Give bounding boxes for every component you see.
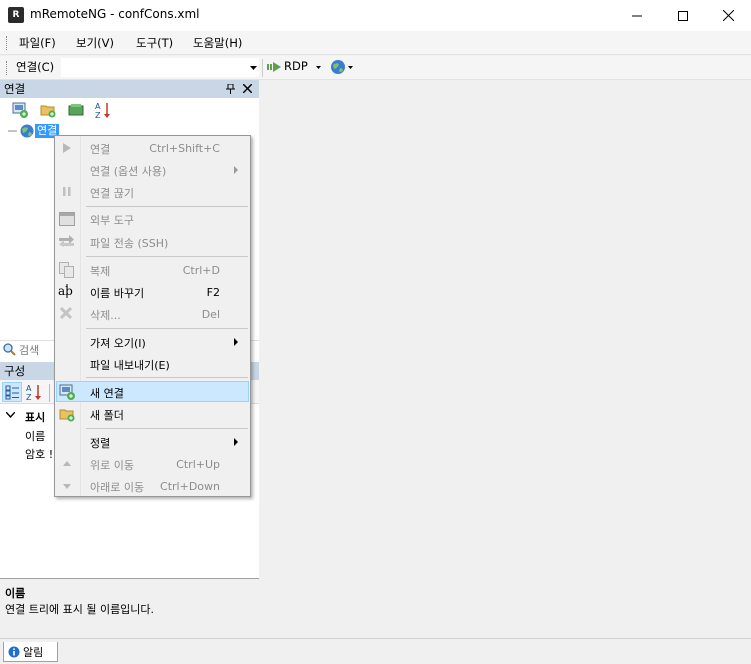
- view-icon[interactable]: [68, 102, 84, 118]
- new-connection-icon[interactable]: [12, 102, 28, 118]
- sort-az-icon[interactable]: AZ: [95, 101, 112, 119]
- menu-delete-shortcut: Del: [201, 308, 220, 321]
- toolbar-grip[interactable]: [6, 61, 9, 75]
- protocol-dropdown[interactable]: RDP: [284, 59, 308, 73]
- rename-icon: ab: [58, 284, 73, 298]
- menu-move-up-shortcut: Ctrl+Up: [176, 458, 220, 471]
- categorized-button[interactable]: [2, 382, 22, 402]
- panel-close-icon[interactable]: [243, 84, 252, 93]
- bottom-bar: [0, 638, 751, 664]
- toolbar-divider: [49, 384, 50, 402]
- config-panel-title: 구성: [4, 364, 26, 378]
- menu-export[interactable]: 파일 내보내기(E): [90, 357, 170, 373]
- menu-separator: [86, 256, 248, 257]
- connect-arrow-icon[interactable]: [267, 62, 281, 72]
- search-icon: [3, 343, 16, 356]
- menu-sort[interactable]: 정렬: [90, 435, 110, 451]
- globe-icon[interactable]: [330, 59, 346, 75]
- pin-icon[interactable]: [226, 84, 235, 94]
- delete-icon: [60, 307, 72, 319]
- file-transfer-icon: [59, 235, 74, 247]
- duplicate-icon: [59, 262, 74, 278]
- property-row-name[interactable]: 이름: [25, 428, 45, 444]
- menu-move-down[interactable]: 아래로 이동: [90, 479, 144, 495]
- chevron-down-icon: [250, 66, 257, 70]
- description-text: 연결 트리에 표시 될 이름입니다.: [5, 603, 155, 616]
- svg-text:ab: ab: [58, 284, 73, 298]
- window-title: mRemoteNG - confCons.xml: [30, 7, 200, 21]
- submenu-arrow-icon: [234, 338, 238, 346]
- info-icon: [8, 646, 20, 657]
- menu-separator: [86, 377, 248, 378]
- menu-separator: [86, 328, 248, 329]
- context-menu: [54, 135, 251, 497]
- chevron-down-icon[interactable]: [348, 66, 353, 69]
- toolbar-divider: [262, 59, 263, 77]
- connections-toolbar: [0, 98, 259, 122]
- submenu-arrow-icon: [234, 438, 238, 446]
- search-input[interactable]: 검색: [19, 342, 39, 358]
- menubar-grip[interactable]: [6, 36, 9, 50]
- menu-import[interactable]: 가져 오기(I): [90, 335, 146, 351]
- menu-disconnect[interactable]: 연결 끊기: [90, 185, 134, 201]
- pause-icon: [63, 187, 71, 196]
- close-icon: [722, 10, 734, 21]
- menu-rename[interactable]: 이름 바꾸기: [90, 285, 144, 301]
- new-connection-icon: [59, 384, 75, 400]
- menu-duplicate[interactable]: 복제: [90, 263, 110, 279]
- menu-external-tools[interactable]: 외부 도구: [90, 212, 134, 228]
- menu-help[interactable]: 도움말(H): [193, 35, 242, 51]
- menu-connect[interactable]: 연결: [90, 141, 110, 157]
- menu-connect-shortcut: Ctrl+Shift+C: [149, 142, 220, 155]
- alert-tab-label: 알림: [23, 645, 44, 659]
- tree-root-node[interactable]: [6, 123, 35, 139]
- svg-text:Z: Z: [26, 393, 32, 401]
- menu-connect-options[interactable]: 연결 (옵션 사용): [90, 163, 166, 179]
- maximize-icon: [678, 10, 688, 21]
- svg-text:A: A: [26, 384, 32, 393]
- menu-new-folder[interactable]: 새 폴더: [90, 407, 124, 423]
- close-button[interactable]: [705, 0, 751, 31]
- sort-az-icon[interactable]: AZ: [26, 383, 43, 401]
- external-tools-icon: [59, 212, 75, 226]
- submenu-arrow-icon: [234, 166, 238, 174]
- move-down-icon: [63, 484, 71, 489]
- menu-separator: [86, 428, 248, 429]
- menu-highlight: [56, 381, 249, 402]
- document-area: [259, 80, 751, 638]
- description-title: 이름: [5, 587, 26, 600]
- maximize-button[interactable]: [660, 0, 706, 31]
- move-up-icon: [63, 461, 71, 466]
- app-icon: R: [8, 7, 24, 23]
- play-icon: [63, 143, 71, 153]
- menu-duplicate-shortcut: Ctrl+D: [182, 264, 220, 277]
- categorized-icon: [5, 385, 19, 400]
- chevron-down-icon[interactable]: [316, 66, 321, 69]
- menu-separator: [86, 206, 248, 207]
- menu-tools[interactable]: 도구(T): [136, 35, 173, 51]
- property-group-display[interactable]: 표시: [25, 409, 45, 425]
- menu-new-connection[interactable]: 새 연결: [90, 385, 124, 401]
- menu-view[interactable]: 보기(V): [76, 35, 114, 51]
- property-row-password[interactable]: 암호 !: [25, 446, 53, 462]
- alert-tab[interactable]: 알림: [3, 642, 58, 662]
- new-folder-icon: [59, 409, 75, 422]
- menu-move-up[interactable]: 위로 이동: [90, 457, 134, 473]
- menu-delete[interactable]: 삭제...: [90, 307, 121, 323]
- new-folder-icon[interactable]: [40, 102, 56, 118]
- svg-text:Z: Z: [95, 111, 101, 119]
- connect-label: 연결(C): [16, 60, 55, 74]
- svg-text:A: A: [95, 102, 101, 111]
- connections-panel-title: 연결: [4, 82, 26, 96]
- menu-rename-shortcut: F2: [206, 286, 220, 299]
- connections-panel-header: 연결: [0, 80, 259, 98]
- minimize-button[interactable]: [614, 0, 660, 31]
- collapse-chevron-icon[interactable]: [6, 412, 15, 418]
- menu-transfer-file[interactable]: 파일 전송 (SSH): [90, 235, 168, 251]
- menu-move-down-shortcut: Ctrl+Down: [160, 480, 220, 493]
- quick-connect-combo[interactable]: [60, 57, 260, 78]
- minimize-icon: [632, 15, 642, 16]
- menu-file[interactable]: 파일(F): [19, 35, 56, 51]
